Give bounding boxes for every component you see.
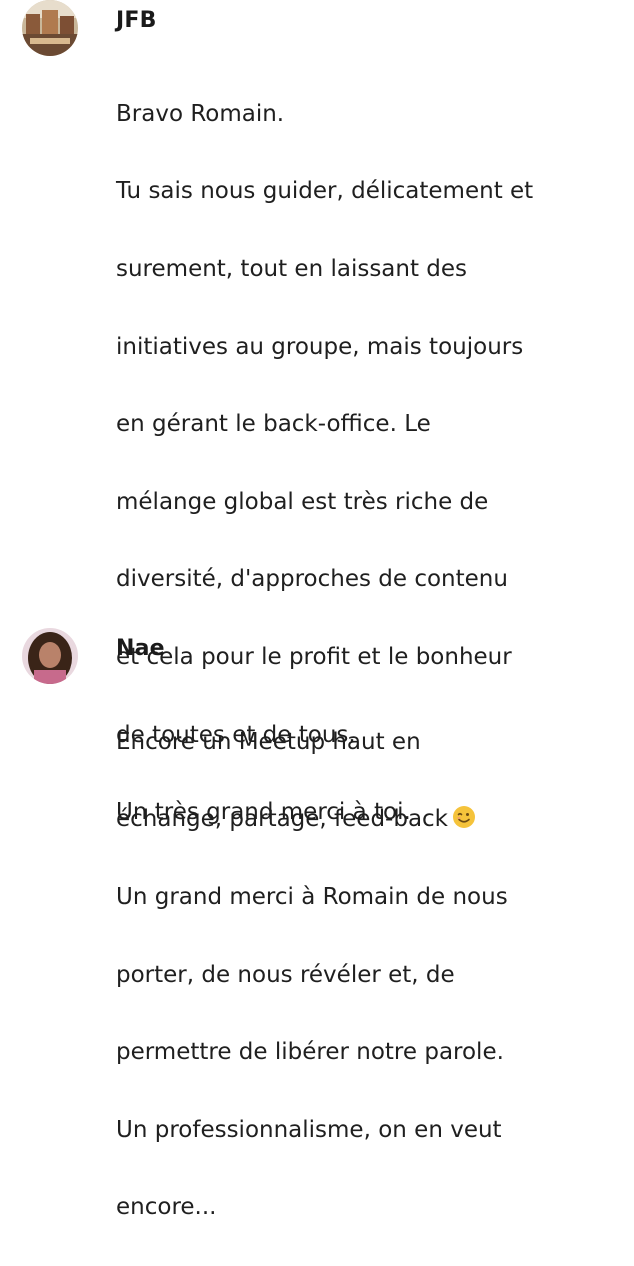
comment-line-text: échange, partage, feed-back: [116, 806, 449, 833]
comment-line: Un professionnalisme, on en veut: [116, 1116, 502, 1143]
comment-line: en gérant le back-office. Le: [116, 411, 431, 438]
comment-line: mélange global est très riche de: [116, 488, 489, 515]
comment-line: et cela pour le profit et le bonheur: [116, 643, 512, 670]
comment-line: permettre de libérer notre parole.: [116, 1039, 504, 1066]
comment-line: Tu sais nous guider, délicatement et: [116, 178, 534, 205]
avatar[interactable]: [22, 0, 78, 56]
comment-line: initiatives au groupe, mais toujours: [116, 333, 524, 360]
comment-line: surement, tout en laissant des: [116, 255, 468, 282]
comment-line: Un grand merci à Romain de nous: [116, 883, 508, 910]
avatar-photo-icon: [22, 628, 78, 684]
comment-line: encore...: [116, 1194, 217, 1221]
avatar[interactable]: [22, 628, 78, 684]
comment-line: échange, partage, feed-back: [116, 800, 624, 839]
comment-line: Bravo Romain.: [116, 100, 285, 127]
winking-face-icon: [452, 803, 476, 829]
comment-line: diversité, d'approches de contenu: [116, 566, 508, 593]
avatar-photo-icon: [22, 0, 78, 56]
comment-author[interactable]: Nae: [116, 636, 165, 661]
comment-line: Encore un Meetup haut en: [116, 728, 421, 755]
comment-line: porter, de nous révéler et, de: [116, 961, 455, 988]
comment-author[interactable]: JFB: [116, 8, 157, 33]
comment-text: Encore un Meetup haut en échange, partag…: [116, 684, 624, 1266]
